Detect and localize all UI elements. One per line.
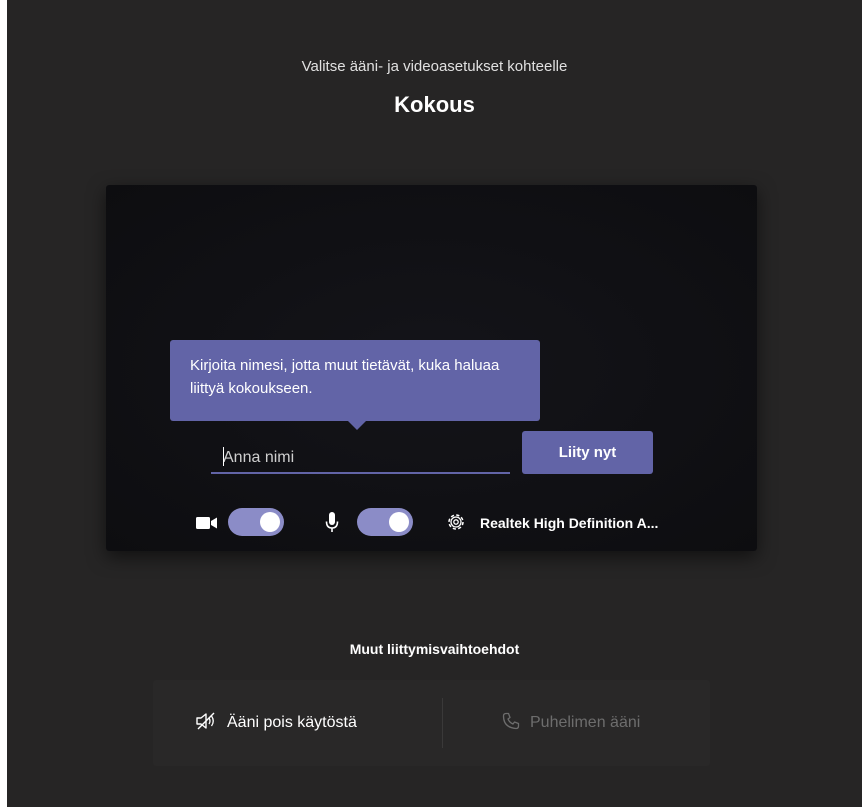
options-divider	[442, 698, 443, 748]
gear-icon[interactable]	[445, 511, 467, 538]
other-join-options: Ääni pois käytöstä Puhelimen ääni	[153, 680, 710, 766]
name-input[interactable]	[211, 438, 510, 472]
join-now-button[interactable]: Liity nyt	[522, 431, 653, 474]
name-field-container	[211, 438, 510, 474]
phone-icon	[502, 712, 520, 735]
audio-off-label: Ääni pois käytöstä	[227, 714, 357, 731]
audio-off-option[interactable]: Ääni pois käytöstä	[195, 680, 357, 766]
phone-audio-option[interactable]: Puhelimen ääni	[502, 680, 640, 766]
name-tooltip: Kirjoita nimesi, jotta muut tietävät, ku…	[170, 340, 540, 430]
video-camera-icon	[196, 516, 218, 535]
phone-audio-label: Puhelimen ääni	[530, 714, 641, 731]
camera-toggle[interactable]	[228, 508, 284, 536]
speaker-off-icon	[195, 711, 217, 736]
pre-join-screen: Valitse ääni- ja videoasetukset kohteell…	[7, 0, 862, 807]
device-controls: Realtek High Definition A...	[106, 507, 757, 537]
video-preview: Kirjoita nimesi, jotta muut tietävät, ku…	[106, 185, 757, 551]
settings-subtitle: Valitse ääni- ja videoasetukset kohteell…	[301, 58, 568, 75]
camera-toggle-knob	[260, 512, 280, 532]
text-caret	[223, 447, 224, 466]
other-join-options-title: Muut liittymisvaihtoehdot	[349, 641, 520, 657]
microphone-icon	[325, 512, 339, 539]
microphone-toggle[interactable]	[357, 508, 413, 536]
microphone-toggle-knob	[389, 512, 409, 532]
audio-device-selector[interactable]: Realtek High Definition A...	[480, 515, 658, 531]
meeting-title: Kokous	[394, 92, 475, 117]
